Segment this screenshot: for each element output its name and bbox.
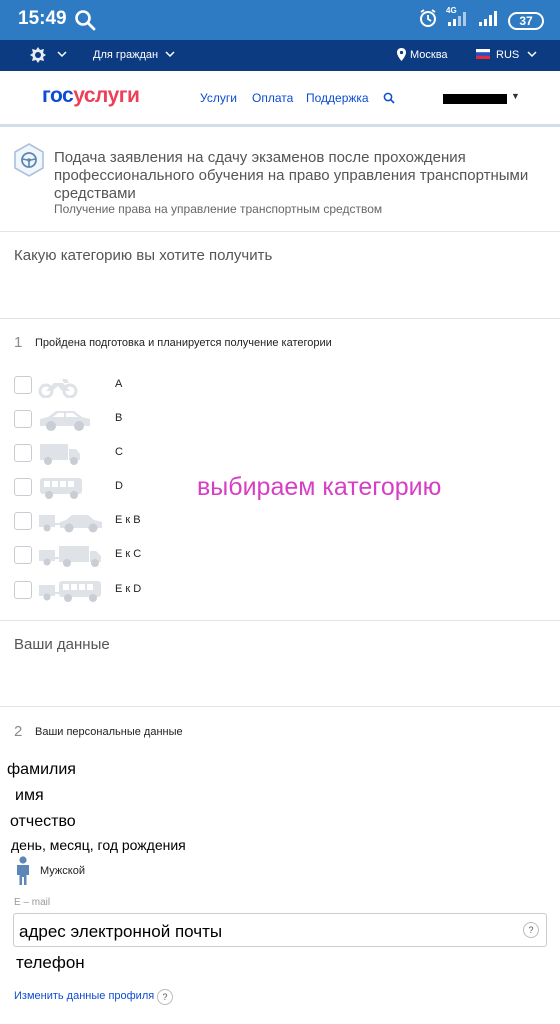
gov-bar: Для граждан Москва RUS <box>0 40 560 71</box>
divider <box>0 620 560 621</box>
search-icon <box>74 9 96 36</box>
category-label: A <box>115 378 123 390</box>
site-header: госуслуги Услуги Оплата Поддержка ▼ <box>0 71 560 127</box>
steering-wheel-icon <box>13 143 45 182</box>
category-label: D <box>115 480 123 492</box>
signal-icon: 4G <box>446 6 470 32</box>
divider <box>0 706 560 707</box>
category-label: E к D <box>115 583 142 595</box>
gosuslugi-logo[interactable]: госуслуги <box>42 84 140 108</box>
chevron-down-icon[interactable]: ▼ <box>511 91 520 101</box>
edit-profile-link[interactable]: Изменить данные профиля <box>14 990 154 1002</box>
nav-services[interactable]: Услуги <box>200 91 237 105</box>
truck-trailer-icon <box>38 544 104 573</box>
checkbox[interactable] <box>14 478 32 496</box>
category-section-heading: Какую категорию вы хотите получить <box>14 247 273 264</box>
step-number: 1 <box>14 334 23 351</box>
nav-payment[interactable]: Оплата <box>252 91 293 105</box>
emblem-icon[interactable] <box>28 45 48 68</box>
checkbox[interactable] <box>14 444 32 462</box>
service-title: Подача заявления на сдачу экзаменов посл… <box>54 149 529 202</box>
patronymic-annotation: отчество <box>10 813 76 830</box>
bus-icon <box>38 476 84 505</box>
category-label: E к B <box>115 514 141 526</box>
divider <box>0 231 560 232</box>
car-trailer-icon <box>38 510 104 539</box>
birthdate-annotation: день, месяц, год рождения <box>11 837 186 853</box>
step-number: 2 <box>14 723 23 740</box>
male-icon <box>14 856 32 891</box>
checkbox[interactable] <box>14 581 32 599</box>
checkbox[interactable] <box>14 410 32 428</box>
annotation-choose-category: выбираем категорию <box>197 473 442 501</box>
surname-annotation: фамилия <box>7 761 76 778</box>
name-annotation: имя <box>15 787 44 804</box>
category-label: B <box>115 412 123 424</box>
category-option-b[interactable]: B <box>14 408 314 431</box>
signal-icon-2 <box>478 9 500 32</box>
city-selector[interactable]: Москва <box>410 49 448 61</box>
category-label: C <box>115 446 123 458</box>
help-icon[interactable]: ? <box>157 989 173 1005</box>
category-option-e-c[interactable]: E к C <box>14 544 314 567</box>
search-icon[interactable] <box>383 91 395 109</box>
email-label: E – mail <box>14 897 51 908</box>
checkbox[interactable] <box>14 512 32 530</box>
category-option-e-b[interactable]: E к B <box>14 510 314 533</box>
truck-icon <box>38 442 82 471</box>
category-option-a[interactable]: A <box>14 374 314 399</box>
gender-value: Мужской <box>40 865 85 877</box>
chevron-down-icon[interactable] <box>527 49 537 61</box>
bus-trailer-icon <box>38 579 104 608</box>
user-name-redacted[interactable] <box>443 94 507 104</box>
step-title: Ваши персональные данные <box>35 726 183 738</box>
language-selector[interactable]: RUS <box>496 49 519 61</box>
location-pin-icon <box>397 48 406 64</box>
help-icon[interactable]: ? <box>523 922 539 938</box>
chevron-down-icon[interactable] <box>57 49 67 61</box>
chevron-down-icon[interactable] <box>165 49 175 61</box>
checkbox[interactable] <box>14 546 32 564</box>
for-citizens-menu[interactable]: Для граждан <box>93 49 158 61</box>
alarm-icon <box>418 8 438 33</box>
nav-support[interactable]: Поддержка <box>306 91 369 105</box>
battery-icon: 37 <box>508 11 544 30</box>
flag-icon <box>476 49 490 59</box>
category-option-c[interactable]: C <box>14 442 314 465</box>
email-annotation: адрес электронной почты <box>19 922 223 941</box>
personal-section-heading: Ваши данные <box>14 636 110 653</box>
divider <box>0 318 560 319</box>
network-type: 4G <box>446 6 457 15</box>
status-time: 15:49 <box>18 8 67 29</box>
phone-annotation: телефон <box>16 953 85 972</box>
category-option-e-d[interactable]: E к D <box>14 579 314 602</box>
car-icon <box>38 408 92 437</box>
checkbox[interactable] <box>14 376 32 394</box>
category-label: E к C <box>115 548 142 560</box>
step-title: Пройдена подготовка и планируется получе… <box>35 337 332 349</box>
motorcycle-icon <box>38 374 78 403</box>
status-bar: 15:49 4G 37 <box>0 0 560 40</box>
service-subtitle: Получение права на управление транспортн… <box>54 202 383 216</box>
